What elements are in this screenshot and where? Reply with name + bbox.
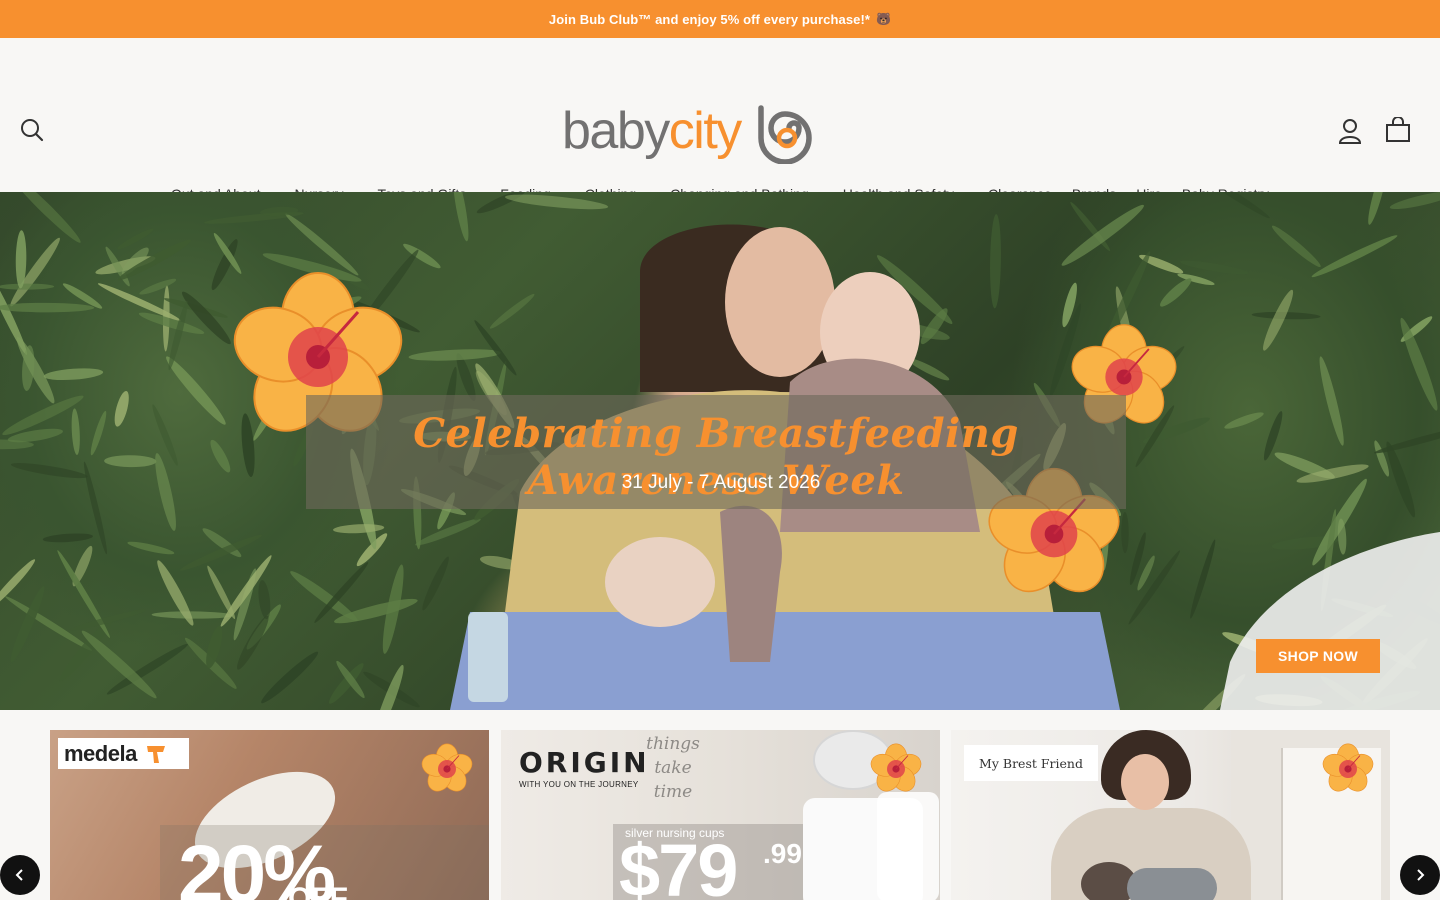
announcement-bar[interactable]: Join Bub Club™ and enjoy 5% off every pu… — [0, 0, 1440, 38]
leaf-shape — [489, 293, 535, 329]
medela-brand-text: medela — [64, 740, 137, 766]
leaf-shape — [1311, 235, 1398, 278]
promo-carousel: medela 20% OFF things take time ORIGIN W… — [0, 730, 1440, 900]
leaf-shape — [43, 368, 104, 381]
leaf-shape — [104, 455, 157, 468]
medela-mark-icon — [146, 745, 165, 763]
water-bottle-shape — [468, 612, 508, 702]
promo-card-origin[interactable]: things take time ORIGIN WITH YOU ON THE … — [501, 730, 940, 900]
leaf-shape — [1373, 425, 1440, 454]
leaf-shape — [1389, 192, 1440, 210]
chevron-right-icon — [1417, 869, 1425, 881]
leaf-shape — [139, 278, 177, 295]
leaf-shape — [71, 408, 80, 455]
leaf-shape — [127, 541, 175, 555]
medela-logo: medela — [58, 738, 189, 769]
leaf-shape — [1191, 192, 1270, 219]
leaf-shape — [333, 524, 385, 534]
leaf-shape — [1224, 412, 1264, 429]
leaf-shape — [0, 283, 55, 290]
leaf-shape — [990, 214, 1001, 309]
announcement-text: Join Bub Club™ and enjoy 5% off every pu… — [548, 11, 871, 27]
bear-emoji: 🐻 — [876, 12, 892, 26]
promo-card-medela[interactable]: medela 20% OFF — [50, 730, 489, 900]
origin-tagline: WITH YOU ON THE JOURNEY — [519, 780, 639, 789]
leaf-shape — [1160, 278, 1192, 307]
leaf-shape — [1061, 204, 1144, 266]
leaf-shape — [1190, 539, 1216, 619]
leaf-shape — [10, 237, 60, 307]
product-price: $79 — [619, 829, 738, 900]
site-header: baby city Out and AboutNurseryToys and G… — [0, 38, 1440, 202]
leaf-shape — [210, 439, 231, 473]
things-take-time-text: things take time — [646, 734, 700, 802]
hibiscus-flower-icon — [870, 743, 922, 792]
leaf-shape — [1368, 192, 1387, 225]
leaf-shape — [16, 337, 55, 404]
cart-icon[interactable] — [1385, 116, 1411, 143]
leaf-shape — [117, 228, 154, 250]
blanket-shape — [450, 612, 1120, 710]
logo-text-city: city — [668, 102, 743, 160]
face-shape — [725, 227, 835, 377]
leaf-shape — [504, 194, 609, 210]
hibiscus-flower-icon — [421, 743, 473, 792]
search-icon[interactable] — [20, 118, 44, 142]
hibiscus-flower-icon — [1322, 743, 1374, 792]
chevron-left-icon — [15, 869, 23, 881]
leaf-shape — [1271, 225, 1321, 268]
product-price-cents: .99 — [763, 838, 802, 869]
leaf-shape — [9, 192, 81, 243]
promo-card-my-brest-friend[interactable]: My Brest Friend — [951, 730, 1390, 900]
leaf-shape — [10, 463, 88, 479]
leaf-shape — [182, 291, 231, 345]
leaf-shape — [152, 404, 178, 466]
leaf-shape — [10, 586, 45, 663]
leaf-shape — [422, 556, 449, 611]
leaf-shape — [1386, 441, 1416, 518]
bottle-image — [877, 792, 939, 900]
carousel-prev-button[interactable] — [0, 855, 40, 895]
origin-logo: ORIGIN WITH YOU ON THE JOURNEY — [519, 746, 650, 789]
logo-text-baby: baby — [562, 102, 670, 160]
logo-swirl-icon — [758, 105, 812, 164]
leaf-shape — [42, 533, 93, 543]
mother-face — [1121, 754, 1169, 810]
leaf-shape — [90, 410, 107, 456]
leaf-shape — [1263, 289, 1294, 351]
leaf-shape — [415, 518, 481, 546]
leaf-shape — [114, 390, 129, 427]
leaf-shape — [206, 625, 223, 669]
leaf-shape — [1179, 260, 1249, 275]
my-brest-friend-logo: My Brest Friend — [964, 745, 1098, 781]
babycity-logo[interactable]: baby city — [562, 96, 868, 166]
baby2-head-shape — [605, 537, 715, 627]
leaf-shape — [1319, 356, 1344, 446]
baby-body-image — [1127, 868, 1217, 900]
leaf-shape — [329, 663, 364, 704]
leaf-shape — [261, 651, 319, 704]
hero-banner[interactable]: Celebrating Breastfeeding Awareness Week… — [0, 192, 1440, 710]
origin-brand-text: ORIGIN — [519, 746, 650, 779]
discount-suffix: OFF — [288, 882, 348, 900]
leaf-shape — [453, 192, 469, 242]
shop-now-button[interactable]: SHOP NOW — [1256, 639, 1380, 673]
leaf-shape — [408, 349, 501, 361]
hero-dates: 31 July - 7 August 2026 — [621, 472, 821, 493]
carousel-next-button[interactable] — [1400, 855, 1440, 895]
leaf-shape — [151, 611, 234, 619]
account-icon[interactable] — [1338, 118, 1362, 144]
leaf-shape — [0, 302, 95, 313]
